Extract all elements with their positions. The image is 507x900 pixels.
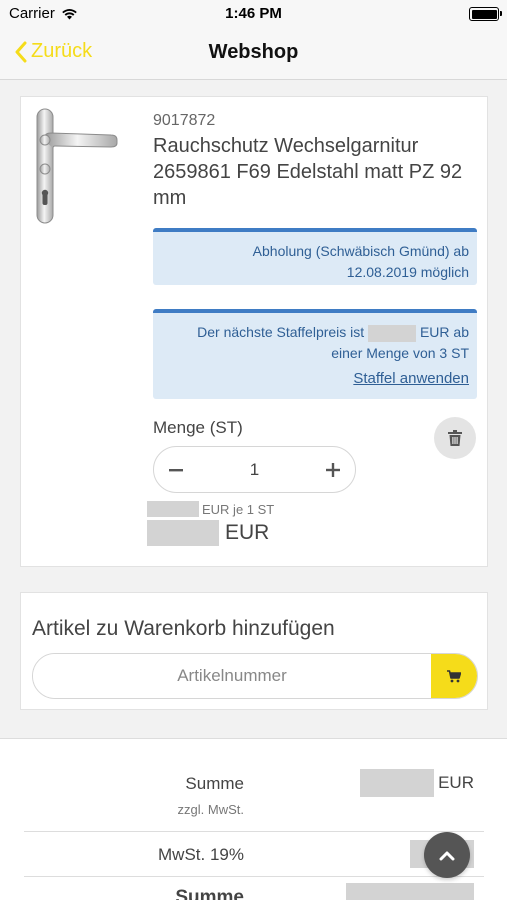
staffel-text-b: EUR ab <box>419 324 469 340</box>
staffel-text-a: Der nächste Staffelpreis ist <box>197 324 365 340</box>
increase-quantity-button[interactable] <box>311 447 355 492</box>
unit-price-suffix: EUR je 1 ST <box>202 501 275 517</box>
order-summary: Summe EUR zzgl. MwSt. MwSt. 19% Summe <box>0 738 507 900</box>
battery-level <box>471 9 497 19</box>
add-to-cart-button[interactable] <box>431 654 477 698</box>
unit-price: EUR je 1 ST <box>147 501 274 517</box>
line-total: EUR <box>147 520 269 546</box>
subtotal-currency: EUR <box>438 773 474 792</box>
chevron-up-icon <box>439 851 455 860</box>
add-article-title: Artikel zu Warenkorb hinzufügen <box>32 617 335 640</box>
quantity-stepper: 1 <box>153 446 356 493</box>
staffel-info-box: Der nächste Staffelpreis ist EUR ab eine… <box>153 309 477 399</box>
minus-icon <box>169 468 183 471</box>
redacted-unit-price <box>147 501 199 517</box>
pickup-info-box: Abholung (Schwäbisch Gmünd) ab 12.08.201… <box>153 228 477 285</box>
decrease-quantity-button[interactable] <box>154 447 198 492</box>
pickup-text-line1: Abholung (Schwäbisch Gmünd) ab <box>252 243 469 259</box>
article-number-input[interactable] <box>33 654 431 698</box>
product-image[interactable] <box>33 107 139 227</box>
cart-icon <box>447 669 461 682</box>
apply-staffel-link[interactable]: Staffel anwenden <box>161 368 469 389</box>
delete-button[interactable] <box>434 417 476 459</box>
page-title: Webshop <box>208 41 299 63</box>
battery-icon <box>469 7 502 21</box>
scroll-to-top-button[interactable] <box>424 832 470 878</box>
subtotal-label: Summe <box>185 774 244 793</box>
redacted-total <box>346 883 474 900</box>
summary-divider <box>24 831 484 832</box>
product-title: Rauchschutz Wechselgarnitur 2659861 F69 … <box>153 135 463 209</box>
plus-icon <box>326 462 340 477</box>
quantity-label: Menge (ST) <box>153 418 243 437</box>
subtotal-value: EUR <box>360 769 474 797</box>
add-article-card: Artikel zu Warenkorb hinzufügen <box>20 592 488 710</box>
subtotal-note: zzgl. MwSt. <box>177 802 244 817</box>
article-number: 9017872 <box>153 112 216 129</box>
pickup-text-line2: 12.08.2019 möglich <box>346 264 469 280</box>
redacted-staffel-price <box>368 324 417 342</box>
status-bar: Carrier 1:46 PM <box>0 0 507 28</box>
redacted-line-total <box>147 520 219 546</box>
staffel-text-line2: einer Menge von 3 ST <box>331 345 469 361</box>
redacted-subtotal <box>360 769 435 797</box>
quantity-value[interactable]: 1 <box>198 460 311 480</box>
summary-divider <box>24 876 484 877</box>
add-article-field <box>32 653 478 699</box>
staffel-text-line1: Der nächste Staffelpreis ist EUR ab <box>161 322 469 343</box>
total-value <box>346 883 474 900</box>
vat-label: MwSt. 19% <box>158 845 244 864</box>
navigation-bar: Zurück Webshop <box>0 28 507 80</box>
total-label: Summe <box>175 887 244 900</box>
product-card: 9017872 Rauchschutz Wechselgarnitur 2659… <box>20 96 488 567</box>
trash-icon <box>448 430 462 446</box>
line-total-currency: EUR <box>225 521 270 544</box>
clock: 1:46 PM <box>225 5 282 22</box>
